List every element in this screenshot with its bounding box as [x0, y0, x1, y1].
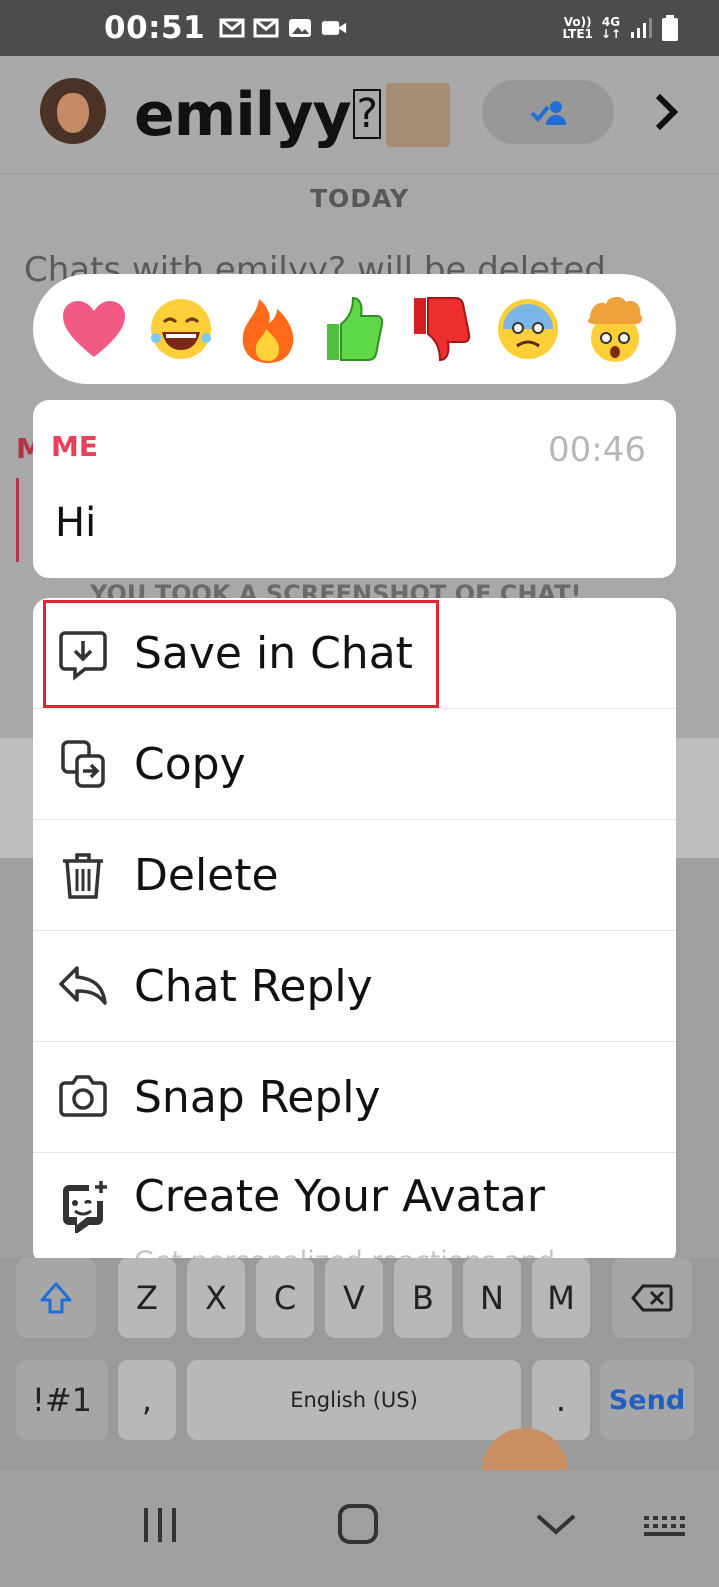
friend-check-icon — [530, 101, 566, 125]
title-glyph: ? — [352, 89, 381, 139]
backspace-key[interactable] — [612, 1258, 692, 1338]
period-key[interactable]: . — [532, 1360, 590, 1440]
anxious-face-icon[interactable] — [494, 295, 562, 363]
video-icon — [322, 21, 347, 35]
heart-icon[interactable] — [60, 295, 128, 363]
fire-icon[interactable] — [234, 295, 302, 363]
menu-item-snap-reply[interactable]: Snap Reply — [33, 1042, 676, 1153]
menu-label: Delete — [134, 849, 279, 901]
gmail-icon — [219, 18, 245, 38]
shift-key[interactable] — [16, 1258, 96, 1338]
highlight-annotation — [43, 600, 439, 708]
gmail-icon — [253, 18, 279, 38]
comma-key[interactable]: , — [118, 1360, 176, 1440]
shift-arrow-icon — [40, 1282, 72, 1314]
battery-icon — [662, 15, 678, 41]
chat-title[interactable]: emilyy? — [134, 80, 381, 150]
trash-icon — [63, 853, 103, 899]
home-icon[interactable] — [328, 1500, 388, 1550]
status-bar: 00:51 Vo)) LTE1 4G ↓↑ — [0, 0, 719, 56]
key-b[interactable]: B — [394, 1258, 452, 1338]
title-emoji-icon — [386, 83, 450, 147]
avatar-face-icon — [63, 1181, 107, 1233]
selected-message: ME 00:46 Hi — [33, 400, 676, 578]
key-m[interactable]: M — [532, 1258, 590, 1338]
chevron-right-icon[interactable] — [652, 92, 682, 132]
message-sender: ME — [51, 430, 98, 463]
key-c[interactable]: C — [256, 1258, 314, 1338]
avatar[interactable] — [40, 78, 106, 144]
space-key[interactable]: English (US) — [187, 1360, 521, 1440]
key-v[interactable]: V — [325, 1258, 383, 1338]
copy-icon — [61, 740, 105, 788]
keyboard-switch-icon[interactable] — [636, 1500, 696, 1550]
menu-label: Copy — [134, 738, 246, 790]
thumbs-down-icon[interactable] — [407, 295, 475, 363]
recent-apps-icon[interactable] — [130, 1500, 190, 1550]
key-n[interactable]: N — [463, 1258, 521, 1338]
signal-icon — [631, 18, 652, 38]
exploding-head-icon[interactable] — [581, 295, 649, 363]
laughing-face-icon[interactable] — [147, 295, 215, 363]
key-z[interactable]: Z — [118, 1258, 176, 1338]
menu-label: Create Your Avatar — [134, 1171, 545, 1222]
message-accent-bar — [16, 478, 19, 562]
status-time: 00:51 — [104, 10, 206, 46]
send-key[interactable]: Send — [600, 1360, 694, 1440]
message-time: 00:46 — [548, 430, 646, 470]
thumbs-up-icon[interactable] — [320, 295, 388, 363]
gallery-icon — [289, 19, 312, 37]
menu-item-delete[interactable]: Delete — [33, 820, 676, 931]
reaction-bar — [33, 274, 676, 384]
camera-icon — [59, 1075, 107, 1117]
back-chevron-icon[interactable] — [526, 1500, 586, 1550]
symbols-key[interactable]: !#1 — [16, 1360, 108, 1440]
backspace-icon — [631, 1284, 673, 1312]
navigation-bar — [0, 1470, 719, 1587]
reply-arrow-icon — [59, 966, 107, 1005]
network-bottom: LTE1 — [562, 27, 593, 41]
keyboard: Z X C V B N M !#1 , English (US) . Send — [0, 1258, 719, 1470]
menu-item-copy[interactable]: Copy — [33, 709, 676, 820]
menu-item-chat-reply[interactable]: Chat Reply — [33, 931, 676, 1042]
date-divider: TODAY — [309, 184, 410, 213]
key-x[interactable]: X — [187, 1258, 245, 1338]
menu-label: Chat Reply — [134, 960, 373, 1012]
friend-status-button[interactable] — [482, 80, 614, 144]
menu-label: Snap Reply — [134, 1071, 381, 1123]
chat-header: emilyy? — [0, 56, 719, 174]
message-text: Hi — [55, 500, 97, 546]
